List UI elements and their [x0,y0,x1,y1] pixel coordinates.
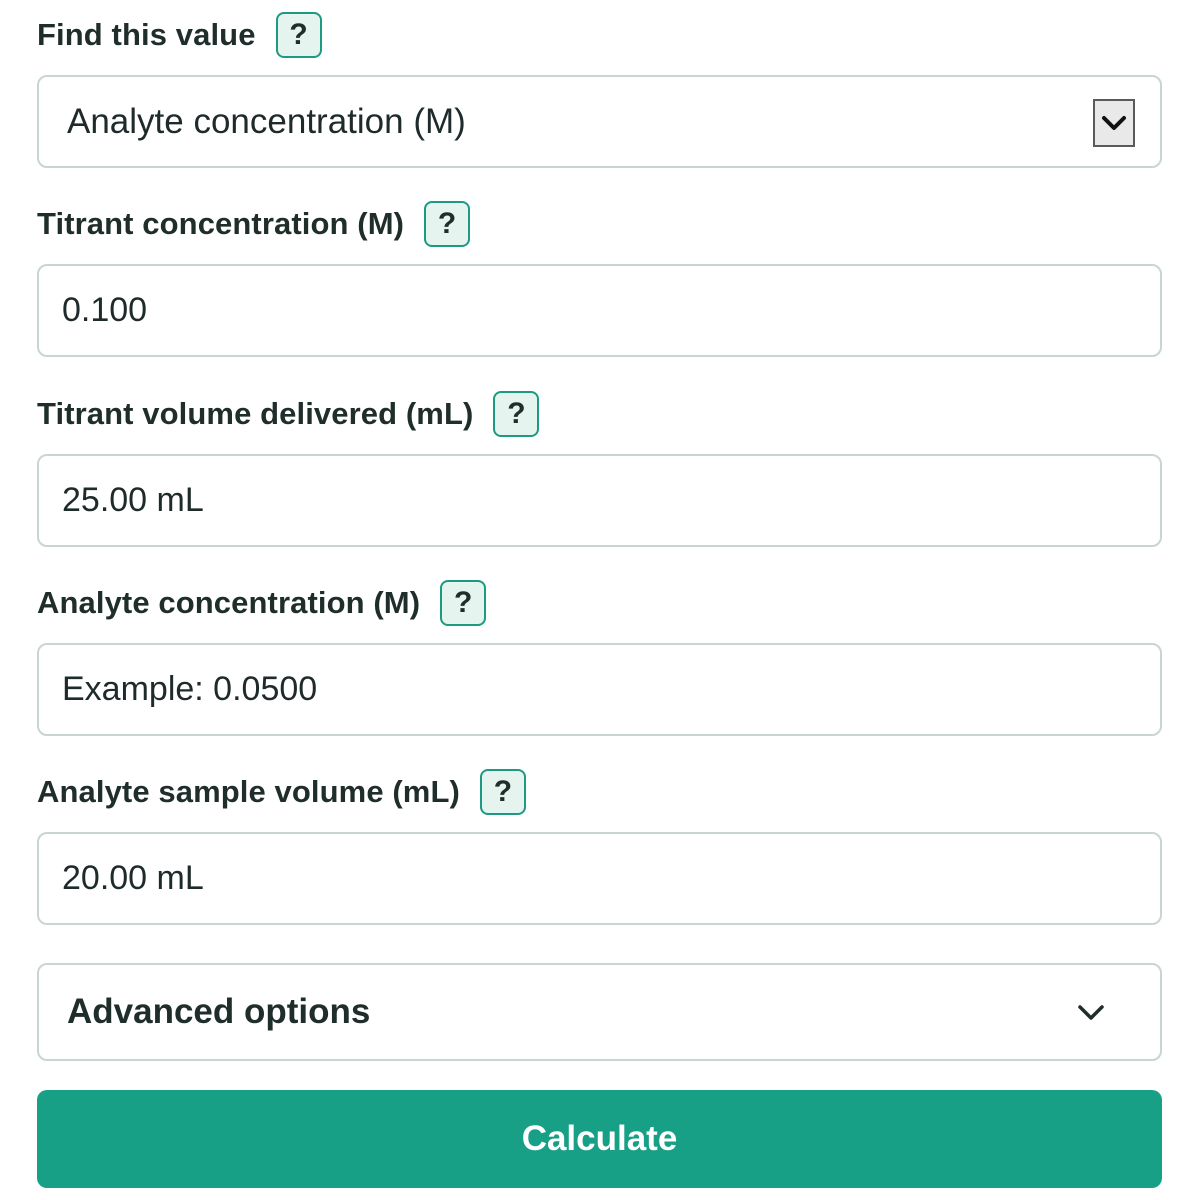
find-value-label-row: Find this value ? [37,10,322,60]
find-value-label: Find this value [37,17,256,52]
find-value-selected: Analyte concentration (M) [67,101,466,141]
titrant-volume-value: 25.00 mL [62,481,204,519]
titrant-concentration-input[interactable]: 0.100 [37,264,1162,357]
titrant-volume-label-row: Titrant volume delivered (mL) ? [37,389,540,439]
titrant-concentration-value: 0.100 [62,291,148,329]
chevron-down-icon [1077,1001,1105,1023]
find-value-help-button[interactable]: ? [275,12,322,58]
analyte-concentration-help-button[interactable]: ? [440,580,487,626]
titrant-concentration-label: Titrant concentration (M) [37,206,405,241]
analyte-volume-input[interactable]: 20.00 mL [37,832,1162,925]
advanced-options-toggle[interactable]: Advanced options [37,963,1162,1061]
titrant-concentration-help-button[interactable]: ? [424,201,471,247]
analyte-volume-label-row: Analyte sample volume (mL) ? [37,767,526,817]
calculate-button[interactable]: Calculate [37,1090,1162,1188]
analyte-concentration-label-row: Analyte concentration (M) ? [37,578,487,628]
titrant-concentration-label-row: Titrant concentration (M) ? [37,199,471,249]
titration-calculator-form: Find this value ? Analyte concentration … [0,0,1200,1200]
analyte-concentration-placeholder: Example: 0.0500 [62,670,318,708]
analyte-concentration-label: Analyte concentration (M) [37,585,421,620]
analyte-concentration-input[interactable]: Example: 0.0500 [37,643,1162,736]
titrant-volume-label: Titrant volume delivered (mL) [37,396,474,431]
analyte-volume-label: Analyte sample volume (mL) [37,774,460,809]
titrant-volume-help-button[interactable]: ? [493,391,540,437]
analyte-volume-help-button[interactable]: ? [479,769,526,815]
analyte-volume-value: 20.00 mL [62,859,204,897]
select-chevron-down-icon[interactable] [1093,99,1135,147]
titrant-volume-input[interactable]: 25.00 mL [37,454,1162,547]
advanced-options-label: Advanced options [67,992,371,1031]
find-value-select[interactable]: Analyte concentration (M) [37,75,1162,168]
